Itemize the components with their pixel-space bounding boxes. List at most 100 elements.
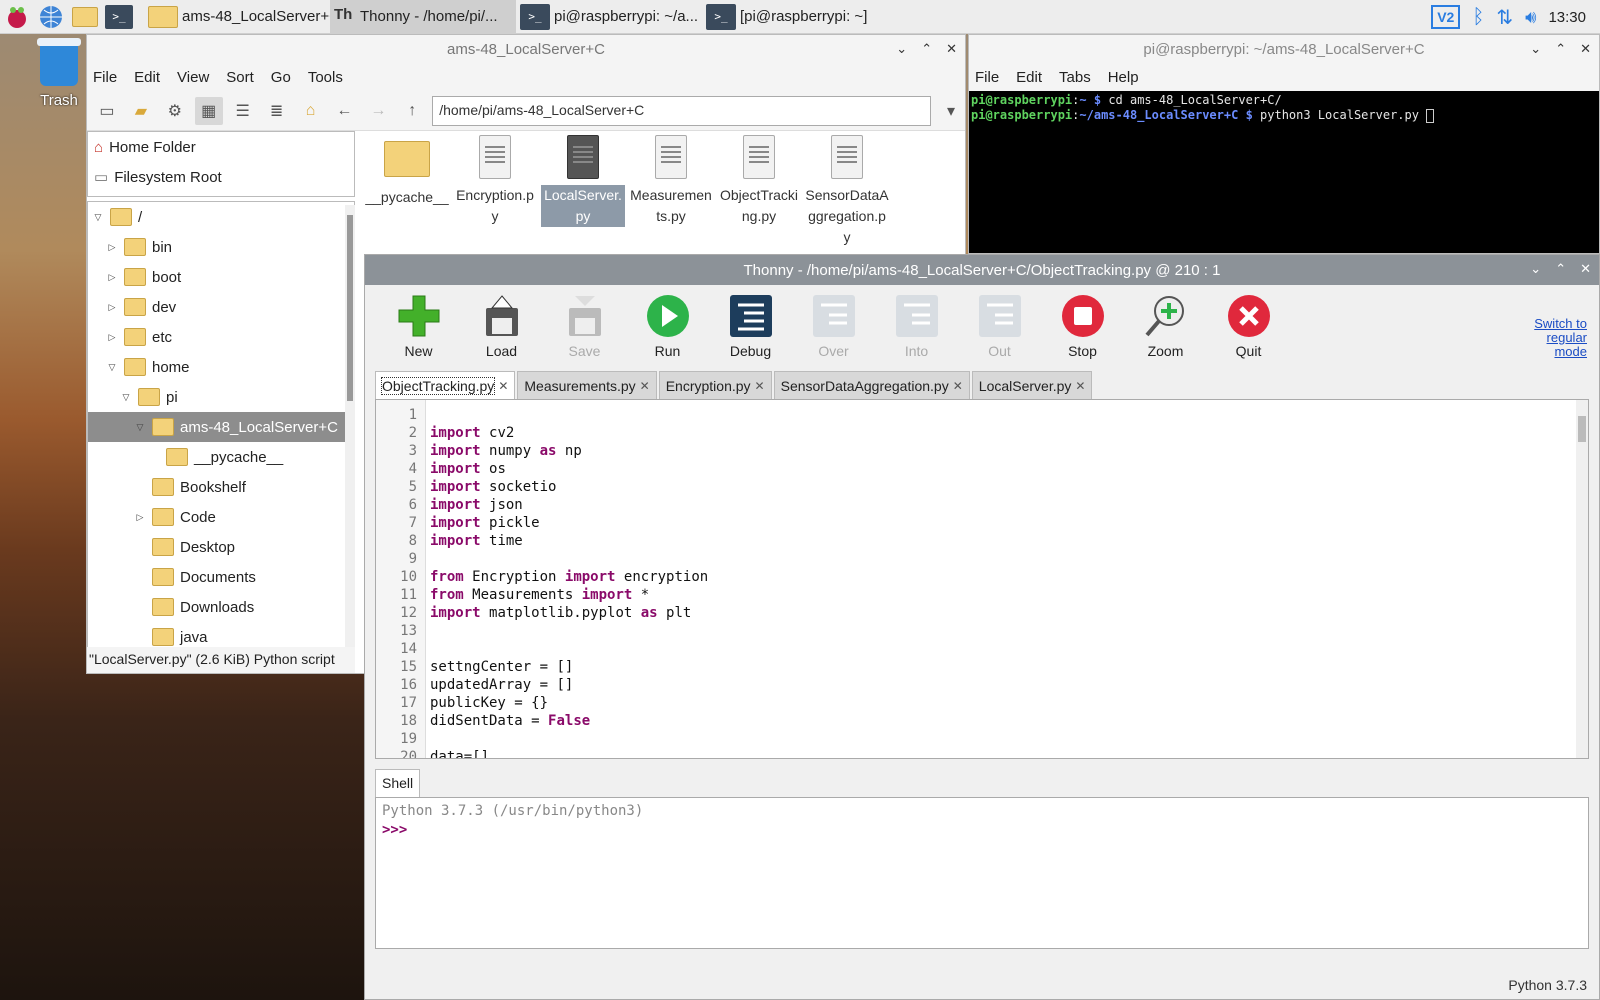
- collapse-triangle-icon[interactable]: ▽: [92, 212, 104, 223]
- menu-go[interactable]: Go: [271, 69, 291, 86]
- address-bar[interactable]: /home/pi/ams-48_LocalServer+C: [432, 95, 931, 126]
- editor-tab[interactable]: SensorDataAggregation.py ✕: [773, 371, 970, 399]
- bluetooth-icon[interactable]: ᛒ: [1472, 6, 1484, 29]
- clock[interactable]: 13:30: [1548, 9, 1586, 26]
- tree-item[interactable]: ▽ pi: [88, 382, 354, 412]
- quit-button[interactable]: Quit: [1207, 285, 1290, 359]
- maximize-icon[interactable]: ⌃: [921, 41, 932, 57]
- menu-sort[interactable]: Sort: [226, 69, 254, 86]
- tree-item[interactable]: Documents: [88, 562, 354, 592]
- out-button[interactable]: Out: [958, 285, 1041, 359]
- editor-tab[interactable]: Measurements.py ✕: [517, 371, 657, 399]
- tree-item[interactable]: ▽ /: [88, 202, 354, 232]
- tree-item[interactable]: ▷ bin: [88, 232, 354, 262]
- editor-tab[interactable]: Encryption.py ✕: [658, 371, 772, 399]
- menu-tabs[interactable]: Tabs: [1059, 69, 1091, 86]
- taskbar-window-button[interactable]: ams-48_LocalServer+C: [144, 0, 330, 34]
- new-folder-icon[interactable]: ▰: [127, 97, 155, 125]
- home-icon[interactable]: ⌂: [297, 97, 325, 125]
- expand-triangle-icon[interactable]: ▷: [134, 512, 146, 523]
- tab-close-icon[interactable]: ✕: [953, 379, 963, 393]
- maximize-icon[interactable]: ⌃: [1555, 41, 1566, 57]
- over-button[interactable]: Over: [792, 285, 875, 359]
- maximize-icon[interactable]: ⌃: [1555, 261, 1566, 277]
- minimize-icon[interactable]: ⌄: [1530, 41, 1541, 57]
- menu-edit[interactable]: Edit: [134, 69, 160, 86]
- place-home-folder[interactable]: ⌂ Home Folder: [88, 132, 354, 162]
- tree-item[interactable]: ▷ Code: [88, 502, 354, 532]
- shell-tab[interactable]: Shell: [375, 769, 421, 797]
- tree-item[interactable]: Downloads: [88, 592, 354, 622]
- run-button[interactable]: Run: [626, 285, 709, 359]
- debug-button[interactable]: Debug: [709, 285, 792, 359]
- tree-item[interactable]: ▽ ams-48_LocalServer+C: [88, 412, 354, 442]
- tab-close-icon[interactable]: ✕: [640, 379, 650, 393]
- collapse-triangle-icon[interactable]: ▽: [120, 392, 132, 403]
- compact-view-icon[interactable]: ☰: [229, 97, 257, 125]
- editor-tab[interactable]: LocalServer.py ✕: [971, 371, 1093, 399]
- collapse-triangle-icon[interactable]: ▽: [106, 362, 118, 373]
- code-text[interactable]: import cv2 import numpy as np import os imp…: [426, 400, 1588, 758]
- tree-item[interactable]: __pycache__: [88, 442, 354, 472]
- menu-edit[interactable]: Edit: [1016, 69, 1042, 86]
- place-filesystem-root[interactable]: ▭ Filesystem Root: [88, 162, 354, 192]
- close-icon[interactable]: ✕: [1580, 261, 1591, 277]
- minimize-icon[interactable]: ⌄: [896, 41, 907, 57]
- volume-icon[interactable]: 🔊︎: [1525, 7, 1536, 28]
- tab-close-icon[interactable]: ✕: [498, 379, 508, 393]
- switch-mode-link[interactable]: Switch to regular mode: [1517, 317, 1587, 359]
- preferences-icon[interactable]: ⚙: [161, 97, 189, 125]
- minimize-icon[interactable]: ⌄: [1530, 261, 1541, 277]
- expand-triangle-icon[interactable]: ▷: [106, 302, 118, 313]
- tree-item[interactable]: Bookshelf: [88, 472, 354, 502]
- shell-panel[interactable]: Python 3.7.3 (/usr/bin/python3) >>>: [375, 797, 1589, 949]
- expand-triangle-icon[interactable]: ▷: [106, 242, 118, 253]
- load-button[interactable]: Load: [460, 285, 543, 359]
- terminal-launcher-icon[interactable]: >_: [102, 0, 136, 34]
- menu-tools[interactable]: Tools: [308, 69, 343, 86]
- tab-close-icon[interactable]: ✕: [755, 379, 765, 393]
- close-icon[interactable]: ✕: [946, 41, 957, 57]
- trash-desktop-icon[interactable]: Trash: [32, 38, 86, 109]
- icon-view-icon[interactable]: ▦: [194, 96, 223, 125]
- new-button[interactable]: New: [377, 285, 460, 359]
- vnc-icon[interactable]: V2: [1431, 5, 1461, 29]
- save-button[interactable]: Save: [543, 285, 626, 359]
- tree-item[interactable]: Desktop: [88, 532, 354, 562]
- thonny-titlebar[interactable]: Thonny - /home/pi/ams-48_LocalServer+C/O…: [365, 255, 1599, 285]
- file-manager-titlebar[interactable]: ams-48_LocalServer+C ⌄ ⌃ ✕: [87, 35, 965, 63]
- list-view-icon[interactable]: ≣: [263, 97, 291, 125]
- close-icon[interactable]: ✕: [1580, 41, 1591, 57]
- expand-triangle-icon[interactable]: ▷: [106, 332, 118, 343]
- tree-item[interactable]: ▽ home: [88, 352, 354, 382]
- editor-scrollbar[interactable]: [1576, 400, 1588, 758]
- taskbar-window-button[interactable]: >_ [pi@raspberrypi: ~]: [702, 0, 888, 34]
- address-dropdown-icon[interactable]: ▾: [937, 97, 965, 125]
- editor-tab[interactable]: ObjectTracking.py ✕: [375, 371, 516, 399]
- forward-arrow-icon[interactable]: →: [364, 97, 392, 125]
- tree-item[interactable]: ▷ etc: [88, 322, 354, 352]
- menu-view[interactable]: View: [177, 69, 209, 86]
- code-editor[interactable]: 1 2 3 4 5 6 7 8 9 10 11 12 13 14 15 16 17 18 19 20 import c…: [375, 399, 1589, 759]
- collapse-triangle-icon[interactable]: ▽: [134, 422, 146, 433]
- tree-item[interactable]: ▷ dev: [88, 292, 354, 322]
- network-icon[interactable]: ⇅: [1496, 5, 1513, 30]
- terminal-output[interactable]: pi@raspberrypi:~ $ cd ams-48_LocalServer…: [969, 91, 1599, 125]
- up-arrow-icon[interactable]: ↑: [398, 97, 426, 125]
- expand-triangle-icon[interactable]: ▷: [106, 272, 118, 283]
- raspberry-menu-icon[interactable]: [0, 0, 34, 34]
- taskbar-window-button[interactable]: Th Thonny - /home/pi/...: [330, 0, 516, 34]
- tree-scrollbar[interactable]: [345, 205, 355, 651]
- tab-close-icon[interactable]: ✕: [1075, 379, 1085, 393]
- new-window-icon[interactable]: ▭: [93, 97, 121, 125]
- menu-file[interactable]: File: [975, 69, 999, 86]
- file-manager-icon[interactable]: [68, 0, 102, 34]
- terminal-titlebar[interactable]: pi@raspberrypi: ~/ams-48_LocalServer+C ⌄…: [969, 35, 1599, 63]
- menu-help[interactable]: Help: [1108, 69, 1139, 86]
- interpreter-status[interactable]: Python 3.7.3: [1508, 977, 1587, 993]
- menu-file[interactable]: File: [93, 69, 117, 86]
- stop-button[interactable]: Stop: [1041, 285, 1124, 359]
- zoom-button[interactable]: Zoom: [1124, 285, 1207, 359]
- back-arrow-icon[interactable]: ←: [330, 97, 358, 125]
- into-button[interactable]: Into: [875, 285, 958, 359]
